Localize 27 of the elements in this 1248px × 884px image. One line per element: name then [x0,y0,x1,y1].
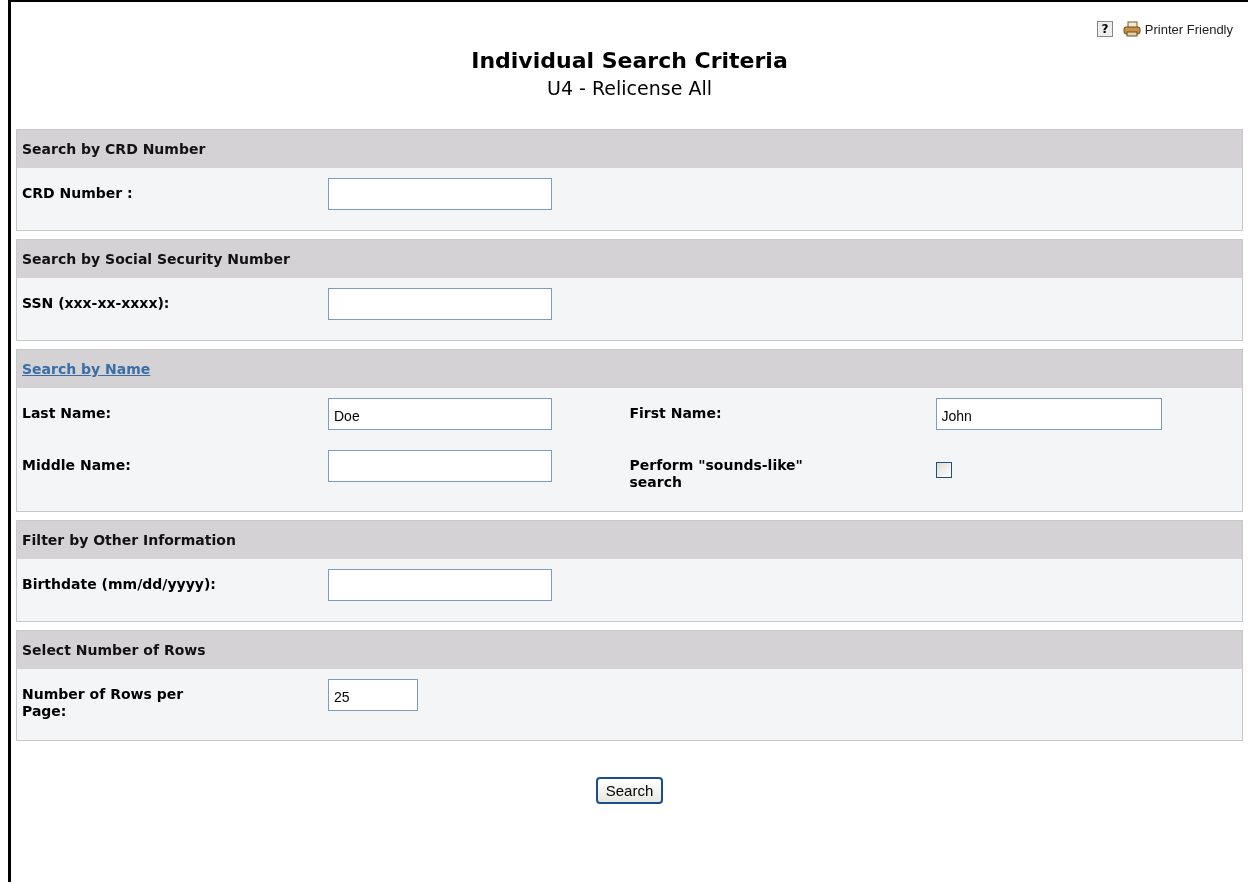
help-button[interactable]: ? [1096,21,1113,37]
field-label: Last Name: [22,404,113,423]
page-subtitle: U4 - Relicense All [546,77,713,99]
section-title: Search by CRD Number [22,141,206,157]
section-title: Search by Social Security Number [22,251,290,267]
search-button[interactable]: Search [595,777,664,804]
field-label: Number of Rows per Page: [22,685,185,720]
checkbox[interactable] [935,462,952,478]
field-label: First Name: [629,404,723,423]
field-label: CRD Number : [22,184,134,203]
input-field[interactable] [328,178,552,210]
page-title: Individual Search Criteria [470,48,789,73]
input-field[interactable] [328,569,552,601]
input-field[interactable]: 25 [328,679,418,711]
field-label: SSN (xxx-xx-xxxx): [22,294,171,313]
section-title: Filter by Other Information [22,532,236,548]
input-field[interactable]: Doe [328,398,552,430]
section-title: Select Number of Rows [22,642,206,658]
field-label: Middle Name: [22,456,132,475]
field-label: Perform "sounds-like" search [629,456,804,491]
input-field[interactable]: John [935,398,1162,430]
printer-friendly-link[interactable]: Printer Friendly [1122,21,1233,37]
field-label: Birthdate (mm/dd/yyyy): [22,575,217,594]
section-link[interactable]: Search by Name [22,361,151,377]
input-field[interactable] [328,288,552,320]
printer-icon [1122,21,1141,37]
input-field[interactable] [328,450,552,482]
